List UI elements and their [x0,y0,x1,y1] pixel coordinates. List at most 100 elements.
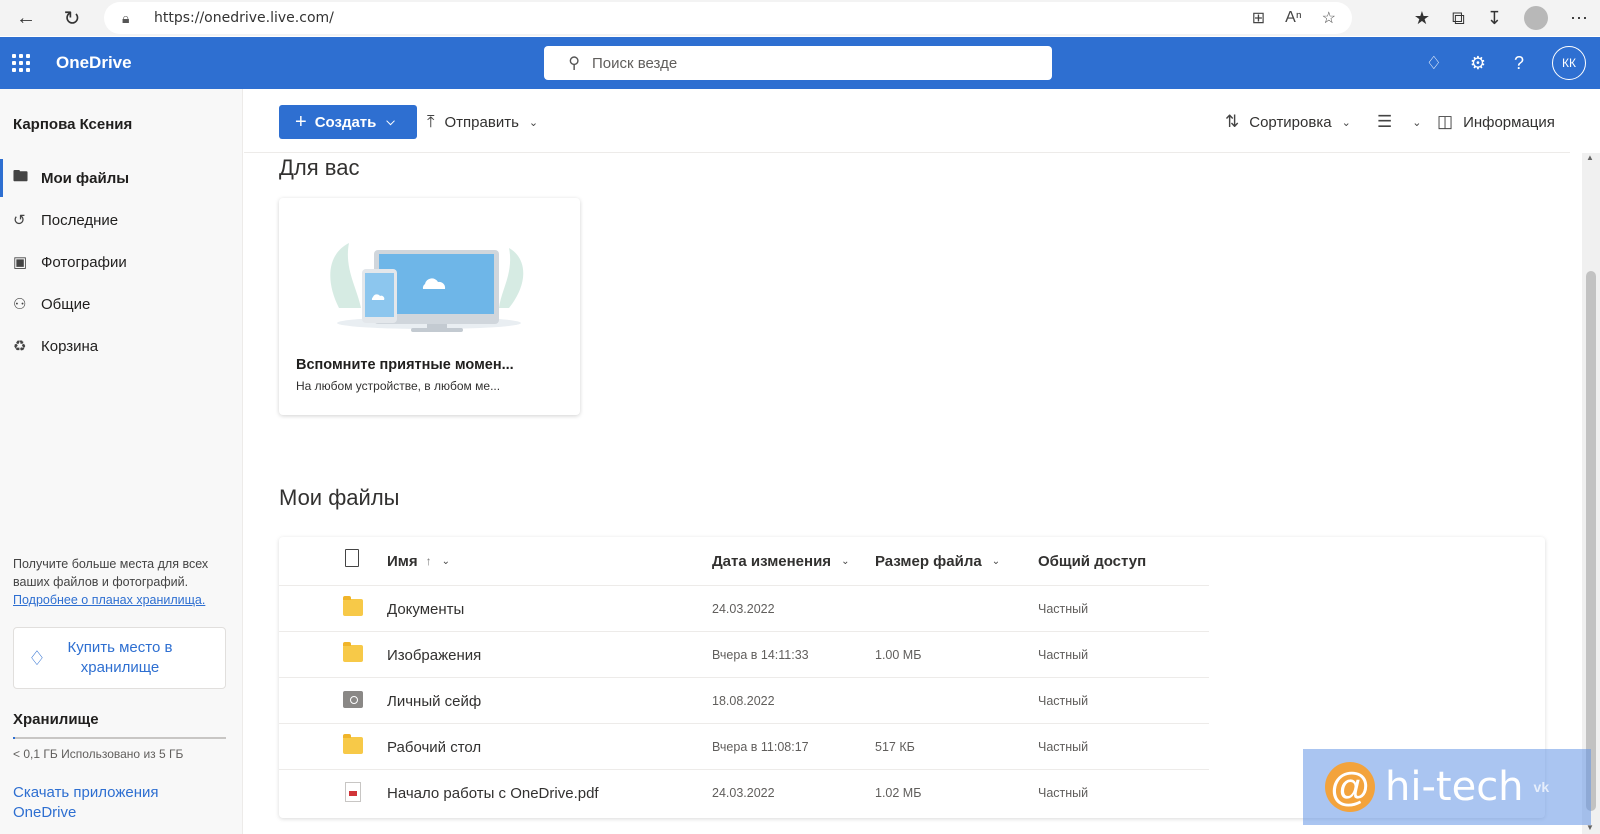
info-pane-icon: ◫ [1437,112,1454,131]
table-row[interactable]: Личный сейф 18.08.2022 Частный [279,677,1209,723]
chevron-down-icon: ⌄ [528,116,539,129]
search-box[interactable]: ⚲ [544,46,1052,80]
column-header-label: Размер файла [875,552,982,570]
sort-button[interactable]: ⇅ Сортировка ⌄ [1225,105,1351,139]
sidebar-item-label: Общие [41,295,91,313]
file-name[interactable]: Личный сейф [387,678,481,724]
chevron-down-icon: ⌄ [1341,116,1351,129]
view-options-button[interactable]: ☰ ⌄ [1377,105,1421,139]
file-name[interactable]: Начало работы с OneDrive.pdf [387,770,599,816]
search-input[interactable] [592,54,992,72]
settings-gear-icon[interactable]: ⚙ [1470,53,1486,74]
file-modified: 24.03.2022 [712,786,775,800]
storage-plans-link[interactable]: Подробнее о планах хранилища. [13,593,205,607]
file-sharing: Частный [1038,602,1089,616]
people-icon: ⚇ [13,296,27,313]
diamond-icon: ♢ [28,647,46,670]
read-aloud-icon[interactable]: Aⁿ [1285,9,1302,27]
sidebar-item-photos[interactable]: ▣ Фотографии [0,243,243,281]
column-header-label: Дата изменения [712,552,832,570]
table-row[interactable]: Рабочий стол Вчера в 11:08:17 517 КБ Час… [279,723,1209,769]
create-button[interactable]: + Создать ⌵ [279,105,417,139]
user-avatar[interactable]: КК [1552,46,1586,80]
file-sharing: Частный [1038,694,1089,708]
app-header: OneDrive ⚲ ♢ ⚙ ? КК [0,37,1600,89]
profile-avatar[interactable] [1524,6,1548,30]
chevron-down-icon: ⌄ [841,555,850,567]
sidebar-item-label: Мои файлы [41,169,130,187]
file-type-header-icon [345,549,359,567]
sort-ascending-icon: ↑ [425,554,432,568]
hi-tech-watermark: @ hi-tech vk [1303,749,1591,825]
command-bar: + Создать ⌵ ⤒ Отправить ⌄ ⇅ Сортировка ⌄… [244,89,1570,153]
upload-icon: ⤒ [427,112,435,131]
storage-progress-bar [13,737,226,739]
file-modified: Вчера в 14:11:33 [712,648,809,662]
apps-icon[interactable]: ⊞ [1252,8,1265,28]
download-apps-link[interactable]: Скачать приложения OneDrive [13,783,213,823]
sidebar-item-my-files[interactable]: 🖿︎ Мои файлы [0,159,243,197]
storage-promo: Получите больше места для всех ваших фай… [13,555,223,609]
browser-toolbar: ← ↻ 🔒︎ https://onedrive.live.com/ ⊞ Aⁿ ☆… [0,0,1600,36]
chevron-down-icon: ⌵ [386,115,395,128]
file-modified: 24.03.2022 [712,602,775,616]
chevron-down-icon: ⌄ [991,555,1001,567]
vk-icon: vk [1533,779,1550,795]
sidebar-item-recent[interactable]: ↺ Последние [0,201,243,239]
photo-icon: ▣ [13,254,28,271]
card-subtitle: На любом устройстве, в любом ме... [296,379,501,393]
add-favorite-icon[interactable]: ☆ [1322,8,1336,28]
info-button[interactable]: ◫ Информация [1437,105,1555,139]
devices-illustration [330,243,524,332]
address-bar[interactable]: 🔒︎ https://onedrive.live.com/ ⊞ Aⁿ ☆ [104,2,1352,34]
card-title: Вспомните приятные момен... [296,357,514,373]
file-size: 517 КБ [875,740,915,754]
table-row[interactable]: Документы 24.03.2022 Частный [279,585,1209,631]
user-name: Карпова Ксения [13,116,133,133]
help-icon[interactable]: ? [1514,53,1524,74]
sidebar-item-shared[interactable]: ⚇ Общие [0,285,243,323]
sidebar-item-recycle-bin[interactable]: ♻ Корзина [0,327,243,365]
file-size: 1.02 МБ [875,786,922,800]
page-scrollbar[interactable]: ▲ ▼ [1582,153,1600,834]
sidebar-item-label: Корзина [41,337,99,355]
sidebar-item-label: Последние [41,211,119,229]
refresh-icon[interactable]: ↻ [54,3,90,33]
column-header-sharing[interactable]: Общий доступ [1038,549,1146,573]
recycle-bin-icon: ♻ [13,338,27,355]
column-header-size[interactable]: Размер файла ⌄ [875,549,1000,573]
scroll-thumb[interactable] [1586,271,1596,811]
file-name[interactable]: Документы [387,586,464,632]
list-view-icon: ☰ [1377,112,1393,131]
downloads-icon[interactable]: ↧ [1487,8,1502,29]
file-name[interactable]: Рабочий стол [387,724,481,770]
column-header-modified[interactable]: Дата изменения ⌄ [712,549,849,573]
at-logo-icon: @ [1325,762,1375,812]
watermark-text: hi-tech [1385,764,1524,810]
storage-title: Хранилище [13,711,99,728]
column-header-label: Общий доступ [1038,552,1147,570]
scroll-up-arrow-icon[interactable]: ▲ [1586,153,1594,162]
folder-icon: 🖿︎ [13,167,29,185]
brand-title[interactable]: OneDrive [56,53,132,73]
pdf-file-icon [345,782,361,802]
collections-icon[interactable]: ⧉ [1452,8,1465,29]
back-arrow-icon[interactable]: ← [8,3,44,33]
favorites-icon[interactable]: ★ [1414,8,1430,29]
upload-button[interactable]: ⤒ Отправить ⌄ [427,105,538,139]
folder-icon [343,642,363,662]
column-header-name[interactable]: Имя ↑ ⌄ [387,549,450,573]
more-options-icon[interactable]: ⋯ [1570,8,1588,29]
app-launcher-icon[interactable] [0,37,42,89]
info-label: Информация [1463,113,1555,131]
file-name[interactable]: Изображения [387,632,481,678]
storage-progress-fill [13,737,16,739]
file-modified: Вчера в 11:08:17 [712,740,809,754]
table-row[interactable]: Начало работы с OneDrive.pdf 24.03.2022 … [279,769,1209,815]
file-size: 1.00 МБ [875,648,922,662]
buy-storage-button[interactable]: ♢ Купить место в хранилище [13,627,226,689]
memories-card[interactable]: Вспомните приятные момен... На любом уст… [279,198,580,415]
create-label: Создать [314,113,377,131]
premium-diamond-icon[interactable]: ♢ [1426,53,1442,74]
table-row[interactable]: Изображения Вчера в 14:11:33 1.00 МБ Час… [279,631,1209,677]
